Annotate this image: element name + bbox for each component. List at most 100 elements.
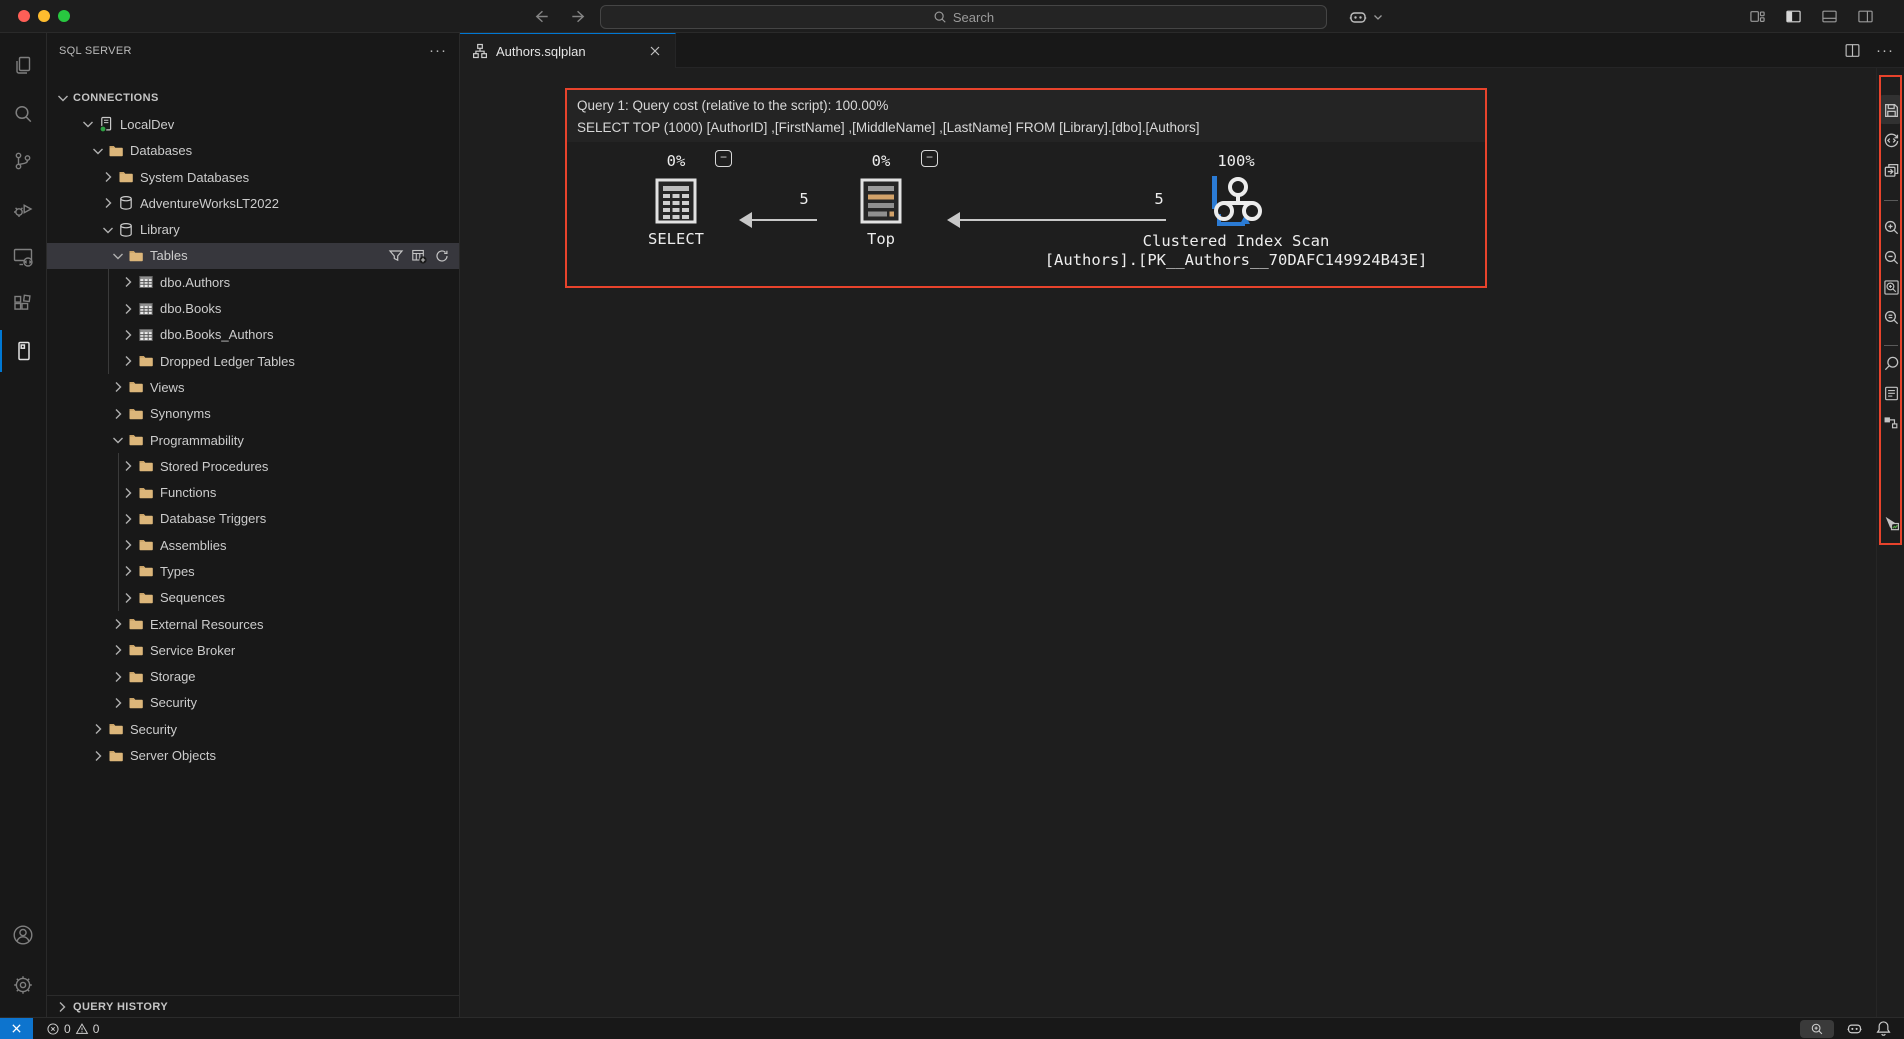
activity-item-explorer[interactable] [0, 45, 46, 87]
chevron-right-icon[interactable] [100, 169, 116, 185]
chevron-down-icon[interactable] [110, 248, 126, 264]
activity-item-source-control[interactable] [0, 140, 46, 182]
query-history-section[interactable]: QUERY HISTORY [47, 995, 459, 1017]
tree-item-adventureworkslt2022[interactable]: AdventureWorksLT2022 [47, 190, 459, 216]
zoom-to-fit-icon[interactable] [1879, 275, 1903, 299]
tree-item-external-resources[interactable]: External Resources [47, 611, 459, 637]
custom-zoom-icon[interactable] [1879, 305, 1903, 329]
chevron-right-icon[interactable] [120, 327, 136, 343]
top-operator-icon[interactable] [858, 178, 904, 224]
close-tab-icon[interactable] [647, 43, 663, 59]
chevron-down-icon[interactable] [80, 116, 96, 132]
select-operator-icon[interactable] [653, 178, 699, 224]
chevron-right-icon[interactable] [120, 485, 136, 501]
maximize-window-button[interactable] [58, 10, 70, 22]
back-icon[interactable] [532, 7, 551, 26]
chevron-right-icon[interactable] [110, 616, 126, 632]
show-query-xml-icon[interactable] [1879, 128, 1903, 152]
chevron-right-icon[interactable] [120, 537, 136, 553]
tree-item-sequences[interactable]: Sequences [47, 585, 459, 611]
zoom-out-icon[interactable] [1879, 245, 1903, 269]
tree-item-assemblies[interactable]: Assemblies [47, 532, 459, 558]
tree-item-tables[interactable]: Tables [47, 242, 459, 270]
tree-item-database-triggers[interactable]: Database Triggers [47, 506, 459, 532]
chevron-down-icon[interactable] [110, 432, 126, 448]
open-query-icon[interactable] [1879, 158, 1903, 182]
customize-layout-icon[interactable] [1749, 8, 1766, 25]
activity-item-remote-explorer[interactable] [0, 236, 46, 278]
more-actions-icon[interactable]: ··· [1876, 42, 1894, 59]
chevron-down-icon[interactable] [100, 222, 116, 238]
copilot-status-icon[interactable] [1846, 1020, 1863, 1037]
chevron-right-icon[interactable] [120, 353, 136, 369]
highlight-expensive-operation-icon[interactable] [1879, 411, 1903, 435]
tree-item-server-objects[interactable]: Server Objects [47, 742, 459, 768]
save-plan-icon[interactable] [1879, 98, 1903, 122]
chevron-right-icon[interactable] [110, 642, 126, 658]
zoom-in-icon[interactable] [1879, 215, 1903, 239]
tree-item-types[interactable]: Types [47, 558, 459, 584]
tree-item-localdev[interactable]: LocalDev [47, 111, 459, 137]
chevron-right-icon[interactable] [120, 590, 136, 606]
toggle-panel-icon[interactable] [1821, 8, 1838, 25]
properties-icon[interactable] [1879, 381, 1903, 405]
copilot-menu[interactable] [1348, 7, 1384, 27]
tree-item-system-databases[interactable]: System Databases [47, 164, 459, 190]
forward-icon[interactable] [569, 7, 588, 26]
more-actions-icon[interactable]: ··· [429, 42, 447, 59]
tree-item-connections[interactable]: CONNECTIONS [47, 85, 459, 111]
tree-item-synonyms[interactable]: Synonyms [47, 401, 459, 427]
tree-item-views[interactable]: Views [47, 374, 459, 400]
chevron-right-icon[interactable] [90, 748, 106, 764]
tree-item-security-24[interactable]: Security [47, 716, 459, 742]
chevron-right-icon[interactable] [120, 274, 136, 290]
chevron-right-icon[interactable] [110, 379, 126, 395]
activity-item-search[interactable] [0, 93, 46, 135]
tree-item-programmability[interactable]: Programmability [47, 427, 459, 453]
plan-edge[interactable] [739, 212, 817, 228]
new-table-icon[interactable] [411, 248, 427, 264]
activity-item-sql-server[interactable] [0, 330, 46, 372]
problems-status[interactable]: 0 0 [46, 1022, 99, 1036]
collapse-node-button[interactable]: − [715, 150, 732, 167]
tree-item-storage[interactable]: Storage [47, 664, 459, 690]
activity-item-manage[interactable] [0, 964, 46, 1006]
find-node-icon[interactable] [1879, 351, 1903, 375]
chevron-right-icon[interactable] [120, 301, 136, 317]
chevron-right-icon[interactable] [100, 195, 116, 211]
minimize-window-button[interactable] [38, 10, 50, 22]
chevron-right-icon[interactable] [110, 695, 126, 711]
tree-item-databases[interactable]: Databases [47, 138, 459, 164]
toggle-primary-sidebar-icon[interactable] [1785, 8, 1802, 25]
chevron-right-icon[interactable] [110, 669, 126, 685]
activity-item-extensions[interactable] [0, 283, 46, 325]
tree-item-security-23[interactable]: Security [47, 690, 459, 716]
split-editor-icon[interactable] [1844, 42, 1861, 59]
tree-item-library[interactable]: Library [47, 216, 459, 242]
clustered-index-scan-icon[interactable] [1209, 174, 1263, 228]
close-window-button[interactable] [18, 10, 30, 22]
toggle-secondary-sidebar-icon[interactable] [1857, 8, 1874, 25]
filter-icon[interactable] [388, 248, 404, 264]
search-input[interactable]: Search [600, 5, 1327, 29]
chevron-right-icon[interactable] [120, 511, 136, 527]
collapse-node-button[interactable]: − [921, 150, 938, 167]
bell-icon[interactable] [1875, 1020, 1892, 1037]
chevron-right-icon[interactable] [90, 721, 106, 737]
chevron-right-icon[interactable] [110, 406, 126, 422]
actual-plan-icon[interactable] [1879, 511, 1903, 535]
activity-item-accounts[interactable] [0, 914, 46, 956]
refresh-icon[interactable] [434, 248, 450, 264]
activity-item-run-and-debug[interactable] [0, 188, 46, 230]
status-zoom-button[interactable] [1800, 1019, 1834, 1038]
plan-edge[interactable] [947, 212, 1166, 228]
chevron-right-icon[interactable] [120, 563, 136, 579]
tree-item-service-broker[interactable]: Service Broker [47, 637, 459, 663]
chevron-down-icon[interactable] [90, 143, 106, 159]
chevron-down-icon[interactable] [55, 90, 71, 106]
tab-authors-sqlplan[interactable]: Authors.sqlplan [460, 33, 676, 68]
remote-indicator[interactable] [0, 1017, 33, 1039]
chevron-right-icon[interactable] [120, 458, 136, 474]
tree-item-functions[interactable]: Functions [47, 479, 459, 505]
tree-item-stored-procedures[interactable]: Stored Procedures [47, 453, 459, 479]
